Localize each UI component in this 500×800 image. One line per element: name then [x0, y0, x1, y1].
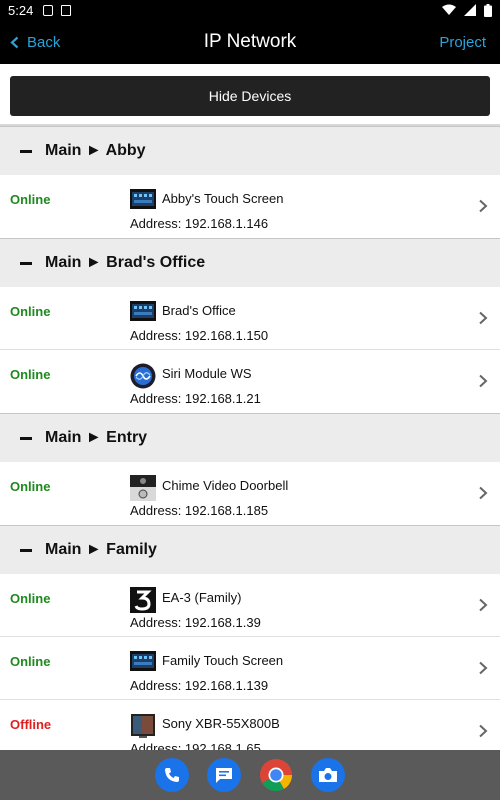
group-title: Main ► Entry	[45, 429, 148, 446]
device-address: Address: 192.168.1.39	[130, 615, 261, 630]
device-row[interactable]: Online Chime Video Doorbell Address: 192.1…	[0, 462, 500, 525]
messages-icon[interactable]	[207, 758, 241, 792]
back-button[interactable]: Back	[10, 34, 60, 51]
group-title: Main ► Brad's Office	[45, 254, 206, 271]
chevron-right-icon[interactable]	[478, 486, 488, 500]
chevron-left-icon	[10, 36, 19, 48]
touch-screen-icon	[130, 188, 156, 210]
battery-icon	[484, 3, 492, 17]
chevron-right-icon[interactable]	[478, 199, 488, 213]
device-row[interactable]: Online Family Touch Screen Address: 192.16…	[0, 637, 500, 700]
wifi-icon	[442, 4, 456, 15]
app-dock	[0, 750, 500, 800]
device-address: Address: 192.168.1.185	[130, 503, 269, 518]
collapse-icon[interactable]	[20, 548, 32, 552]
device-name: Chime Video Doorbell	[162, 478, 289, 493]
project-button[interactable]: Project	[439, 34, 486, 51]
device-status: Online	[10, 591, 51, 606]
chevron-right-icon[interactable]	[478, 661, 488, 675]
collapse-icon[interactable]	[20, 149, 32, 153]
group-title: Main ► Family	[45, 541, 157, 558]
device-status: Online	[10, 304, 51, 319]
device-status: Offline	[10, 717, 52, 732]
device-address: Address: 192.168.1.150	[130, 328, 269, 343]
device-name: Siri Module WS	[162, 366, 252, 381]
device-name: EA-3 (Family)	[162, 590, 242, 605]
device-row[interactable]: Online Abby's Touch Screen Address: 192.16…	[0, 175, 500, 238]
status-time: 5:24	[8, 2, 34, 18]
device-status: Online	[10, 192, 51, 207]
back-label: Back	[27, 33, 61, 51]
page-title: IP Network	[203, 31, 297, 52]
device-status: Online	[10, 479, 51, 494]
nav-bar: Back IP Network Project	[0, 20, 500, 64]
touch-screen-icon	[130, 300, 156, 322]
collapse-icon[interactable]	[20, 261, 32, 265]
tv-icon	[130, 713, 156, 738]
group-header[interactable]: Main ► Family	[0, 525, 500, 574]
device-name: Family Touch Screen	[162, 653, 284, 668]
phone-icon[interactable]	[155, 758, 189, 792]
device-address: Address: 192.168.1.139	[130, 678, 269, 693]
group-title: Main ► Abby	[45, 142, 146, 159]
group-header[interactable]: Main ► Brad's Office	[0, 238, 500, 287]
device-row[interactable]: Online Siri Module WS Address: 192.168.1.2…	[0, 350, 500, 413]
device-row[interactable]: Online EA-3 (Family) Address: 192.168.1.39	[0, 574, 500, 637]
signal-icon	[464, 4, 476, 16]
device-list: Main ► Abby Online Abby's Touch Screen Addr…	[0, 126, 500, 763]
notification-icon	[43, 4, 54, 16]
chevron-right-icon[interactable]	[478, 374, 488, 388]
device-name: Brad's Office	[162, 303, 236, 318]
chevron-right-icon[interactable]	[478, 724, 488, 738]
sd-card-icon	[61, 4, 72, 16]
hide-devices-button[interactable]: Hide Devices	[10, 76, 490, 116]
chrome-icon[interactable]	[259, 758, 293, 792]
chevron-right-icon[interactable]	[478, 311, 488, 325]
status-bar: 5:24	[0, 0, 500, 20]
device-address: Address: 192.168.1.21	[130, 391, 261, 406]
device-address: Address: 192.168.1.146	[130, 216, 269, 231]
group-header[interactable]: Main ► Entry	[0, 413, 500, 462]
chevron-right-icon[interactable]	[478, 598, 488, 612]
ea3-icon	[130, 587, 156, 613]
camera-icon[interactable]	[311, 758, 345, 792]
doorbell-icon	[130, 475, 156, 501]
device-status: Online	[10, 654, 51, 669]
device-status: Online	[10, 367, 51, 382]
device-row[interactable]: Online Brad's Office Address: 192.168.1.15…	[0, 287, 500, 350]
collapse-icon[interactable]	[20, 436, 32, 440]
device-name: Sony XBR-55X800B	[162, 716, 280, 731]
siri-icon	[130, 363, 156, 389]
device-name: Abby's Touch Screen	[162, 191, 284, 206]
hide-devices-container: Hide Devices	[0, 64, 500, 126]
group-header[interactable]: Main ► Abby	[0, 126, 500, 175]
touch-screen-icon	[130, 650, 156, 672]
